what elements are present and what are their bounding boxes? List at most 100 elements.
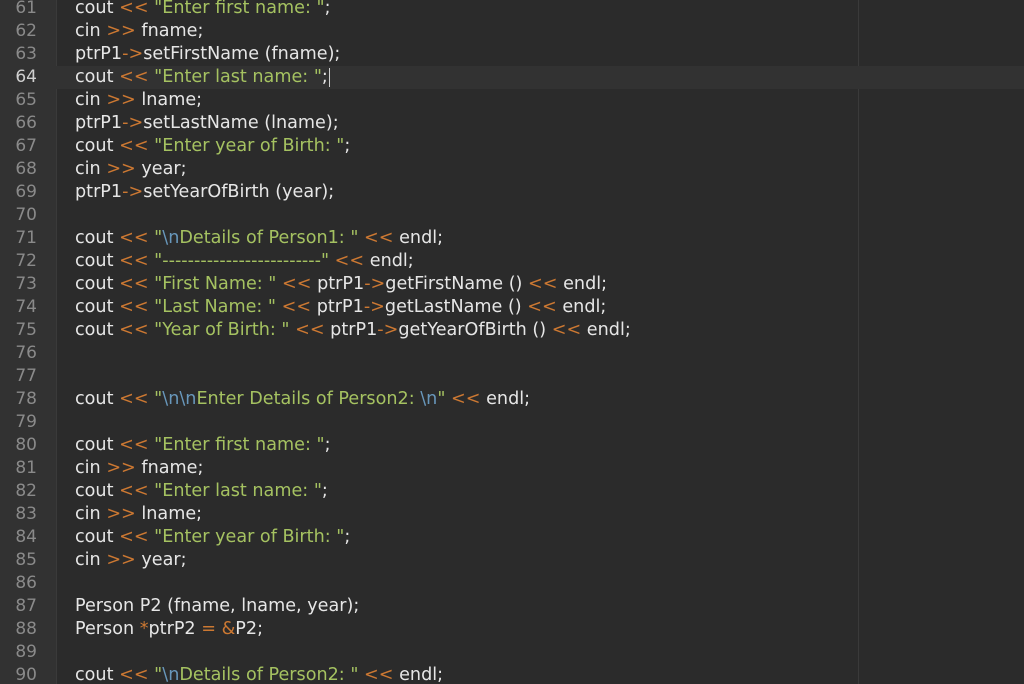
code-token: endl; [393,228,444,248]
line-number: 62 [15,21,37,41]
code-line[interactable]: 68 cin >> year; [0,158,1024,181]
code-text[interactable]: cin >> fname; [75,20,203,43]
code-text[interactable]: cout << "-------------------------" << e… [75,250,414,273]
code-line[interactable]: 81 cin >> fname; [0,457,1024,480]
operator-token: << [119,67,149,87]
code-line[interactable]: 78 cout << "\n\nEnter Details of Person2:… [0,388,1024,411]
code-text[interactable]: cin >> year; [75,549,187,572]
operator-token: -> [377,320,399,340]
code-token: getYearOfBirth () [398,320,552,340]
code-line[interactable]: 80 cout << "Enter first name: "; [0,434,1024,457]
operator-token: << [364,665,394,684]
operator-token: >> [106,550,136,570]
string-token: Details of Person2: " [179,665,359,684]
line-number: 86 [15,573,37,593]
code-text[interactable]: cin >> lname; [75,89,202,112]
code-line[interactable]: 83 cin >> lname; [0,503,1024,526]
code-line[interactable]: 67 cout << "Enter year of Birth: "; [0,135,1024,158]
code-line[interactable]: 73 cout << "First Name: " << ptrP1->getFi… [0,273,1024,296]
operator-token: << [551,320,582,340]
code-text[interactable]: Person P2 (fname, lname, year); [75,595,359,618]
code-token: cin [75,458,107,478]
code-text[interactable]: cout << "Enter first name: "; [75,0,331,20]
line-number: 88 [15,619,37,639]
line-number: 71 [15,228,37,248]
code-line[interactable]: 63 ptrP1->setFirstName (fname); [0,43,1024,66]
code-editor[interactable]: 61 cout << "Enter first name: "; 62 cin >> … [0,0,1024,684]
code-line[interactable]: 89 [0,641,1024,664]
code-token: ; [324,0,331,18]
string-token: "Enter first name: " [154,0,325,18]
code-line[interactable]: 65 cin >> lname; [0,89,1024,112]
operator-token: >> [106,504,136,524]
code-text[interactable]: cout << "Enter year of Birth: "; [75,135,350,158]
code-text[interactable]: cout << "Enter first name: "; [75,434,331,457]
code-token: cin [75,90,107,110]
code-text[interactable]: cout << "Enter last name: "; [75,66,330,89]
code-line[interactable]: 66 ptrP1->setLastName (lname); [0,112,1024,135]
code-token: cin [75,21,107,41]
code-text[interactable]: cout << "Year of Birth: " << ptrP1->getY… [75,319,631,342]
operator-token: << [282,274,312,294]
code-line[interactable]: 70 [0,204,1024,227]
code-line[interactable]: 74 cout << "Last Name: " << ptrP1->getLas… [0,296,1024,319]
code-line[interactable]: 79 [0,411,1024,434]
operator-token: << [119,136,149,156]
code-line[interactable]: 61 cout << "Enter first name: "; [0,0,1024,20]
code-line[interactable]: 71 cout << "\nDetails of Person1: " << en… [0,227,1024,250]
code-token: cout [75,251,120,271]
code-line[interactable]: 72 cout << "-------------------------" <<… [0,250,1024,273]
code-token: ; [321,67,328,87]
operator-token: << [281,297,312,317]
code-token: cin [75,550,107,570]
code-text[interactable]: cout << "Last Name: " << ptrP1->getLastN… [75,296,606,319]
code-text[interactable]: cout << "\nDetails of Person2: " << endl… [75,664,443,684]
line-number: 73 [15,274,37,294]
code-line[interactable]: 82 cout << "Enter last name: "; [0,480,1024,503]
code-text[interactable]: cin >> fname; [75,457,203,480]
code-lines[interactable]: 61 cout << "Enter first name: "; 62 cin >> … [0,0,1024,684]
code-line[interactable]: 64 cout << "Enter last name: "; [0,66,1024,89]
code-text[interactable]: cout << "Enter year of Birth: "; [75,526,350,549]
code-text[interactable]: cin >> lname; [75,503,202,526]
code-line[interactable]: 88 Person *ptrP2 = &P2; [0,618,1024,641]
operator-token: << [334,251,365,271]
line-number: 69 [15,182,37,202]
code-line[interactable]: 85 cin >> year; [0,549,1024,572]
code-line[interactable]: 90 cout << "\nDetails of Person2: " << en… [0,664,1024,684]
code-line[interactable]: 69 ptrP1->setYearOfBirth (year); [0,181,1024,204]
code-line[interactable]: 62 cin >> fname; [0,20,1024,43]
code-line[interactable]: 76 [0,342,1024,365]
text-caret [328,67,330,87]
operator-token: << [119,481,149,501]
code-line[interactable]: 84 cout << "Enter year of Birth: "; [0,526,1024,549]
code-text[interactable]: cout << "Enter last name: "; [75,480,328,503]
code-text[interactable]: ptrP1->setFirstName (fname); [75,43,340,66]
code-text[interactable]: ptrP1->setLastName (lname); [75,112,339,135]
code-token: endl; [581,320,631,340]
code-token: ; [324,435,331,455]
operator-token: << [119,297,149,317]
code-text[interactable]: ptrP1->setYearOfBirth (year); [75,181,334,204]
code-text[interactable]: cout << "\nDetails of Person1: " << endl… [75,227,443,250]
code-token: ptrP1 [324,320,378,340]
code-token: getLastName () [384,297,528,317]
code-text[interactable]: cin >> year; [75,158,187,181]
code-line[interactable]: 87 Person P2 (fname, lname, year); [0,595,1024,618]
string-token: "Enter year of Birth: " [154,527,345,547]
line-number: 76 [15,343,37,363]
operator-token: << [528,274,558,294]
line-number: 83 [15,504,37,524]
line-number: 63 [15,44,37,64]
line-number: 66 [15,113,37,133]
code-token: fname; [135,21,204,41]
code-token: setLastName (lname); [143,113,339,133]
operator-token: -> [122,182,144,202]
code-line[interactable]: 86 [0,572,1024,595]
code-line[interactable]: 77 [0,365,1024,388]
operator-token: << [295,320,325,340]
code-text[interactable]: cout << "First Name: " << ptrP1->getFirs… [75,273,607,296]
code-line[interactable]: 75 cout << "Year of Birth: " << ptrP1->ge… [0,319,1024,342]
code-text[interactable]: cout << "\n\nEnter Details of Person2: \… [75,388,530,411]
code-text[interactable]: Person *ptrP2 = &P2; [75,618,263,641]
